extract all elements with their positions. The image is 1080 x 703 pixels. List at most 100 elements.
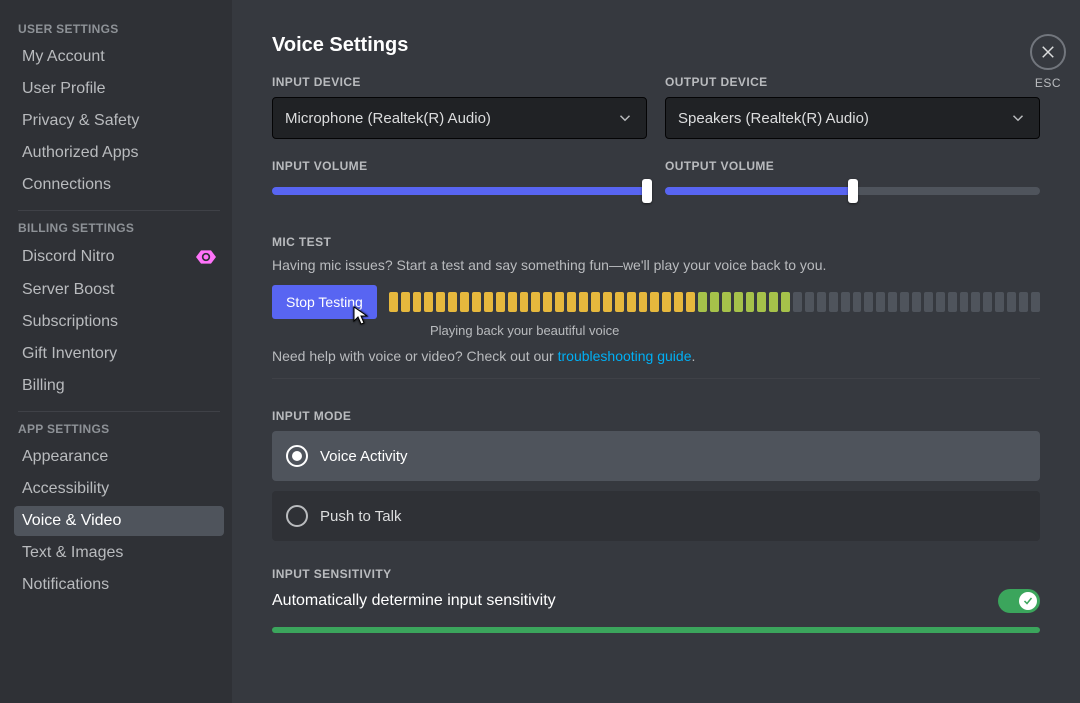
input-mode-voice-activity[interactable]: Voice Activity (272, 431, 1040, 481)
mic-test-button[interactable]: Stop Testing (272, 285, 377, 319)
mic-bar (639, 292, 648, 312)
toggle-knob (1019, 592, 1037, 610)
sidebar-header-app: APP SETTINGS (18, 422, 224, 436)
mic-bar (413, 292, 422, 312)
auto-sensitivity-label: Automatically determine input sensitivit… (272, 592, 556, 610)
sidebar-item-label: Discord Nitro (22, 248, 114, 266)
mic-bar (924, 292, 933, 312)
sidebar-item-label: Privacy & Safety (22, 112, 139, 130)
mic-bar (603, 292, 612, 312)
sidebar-divider (18, 210, 220, 211)
mic-test-header: MIC TEST (272, 235, 1040, 249)
mic-bar (460, 292, 469, 312)
mic-bar (674, 292, 683, 312)
sidebar-item-text-images[interactable]: Text & Images (14, 538, 224, 568)
mic-bar (710, 292, 719, 312)
mic-bar (472, 292, 481, 312)
mic-bar (841, 292, 850, 312)
mic-bar (508, 292, 517, 312)
sidebar-item-gift-inventory[interactable]: Gift Inventory (14, 339, 224, 369)
sidebar-item-server-boost[interactable]: Server Boost (14, 275, 224, 305)
mic-bar (650, 292, 659, 312)
mic-bar (686, 292, 695, 312)
sidebar-item-voice-video[interactable]: Voice & Video (14, 506, 224, 536)
sidebar-item-label: My Account (22, 48, 105, 66)
sidebar-item-privacy-safety[interactable]: Privacy & Safety (14, 106, 224, 136)
sidebar-item-discord-nitro[interactable]: Discord Nitro (14, 241, 224, 273)
mic-bar (484, 292, 493, 312)
radio-label: Push to Talk (320, 508, 401, 525)
mic-bar (496, 292, 505, 312)
radio-label: Voice Activity (320, 448, 408, 465)
input-volume-slider[interactable] (272, 181, 647, 201)
sidebar-divider (18, 411, 220, 412)
mic-bar (627, 292, 636, 312)
section-divider (272, 378, 1040, 379)
sidebar-item-notifications[interactable]: Notifications (14, 570, 224, 600)
mic-bar (698, 292, 707, 312)
mic-bar (520, 292, 529, 312)
close-button[interactable] (1030, 34, 1066, 70)
mic-bar (389, 292, 398, 312)
output-device-label: OUTPUT DEVICE (665, 75, 1040, 89)
sidebar-item-appearance[interactable]: Appearance (14, 442, 224, 472)
mic-test-button-label: Stop Testing (286, 294, 363, 310)
mic-bar (722, 292, 731, 312)
settings-sidebar: USER SETTINGS My Account User Profile Pr… (0, 0, 232, 703)
sidebar-item-label: Authorized Apps (22, 144, 139, 162)
sidebar-item-my-account[interactable]: My Account (14, 42, 224, 72)
mic-bar (781, 292, 790, 312)
slider-thumb[interactable] (848, 179, 858, 203)
mic-bar (805, 292, 814, 312)
input-device-label: INPUT DEVICE (272, 75, 647, 89)
mic-bar (864, 292, 873, 312)
mic-bar (401, 292, 410, 312)
sidebar-item-label: Text & Images (22, 544, 123, 562)
sidebar-header-billing: BILLING SETTINGS (18, 221, 224, 235)
slider-fill (272, 187, 647, 195)
mic-bar (579, 292, 588, 312)
mic-bar (734, 292, 743, 312)
output-device-value: Speakers (Realtek(R) Audio) (678, 110, 869, 127)
mic-bar (543, 292, 552, 312)
settings-content: ESC Voice Settings INPUT DEVICE Micropho… (232, 0, 1080, 703)
mic-bar (960, 292, 969, 312)
mic-bar (888, 292, 897, 312)
sidebar-item-user-profile[interactable]: User Profile (14, 74, 224, 104)
mic-bar (1019, 292, 1028, 312)
sidebar-header-user: USER SETTINGS (18, 22, 224, 36)
sidebar-item-label: Gift Inventory (22, 345, 117, 363)
mic-bar (1031, 292, 1040, 312)
sidebar-item-label: Billing (22, 377, 65, 395)
sidebar-item-subscriptions[interactable]: Subscriptions (14, 307, 224, 337)
mic-bar (746, 292, 755, 312)
mic-bar (662, 292, 671, 312)
chevron-down-icon (616, 109, 634, 127)
mic-bar (948, 292, 957, 312)
sensitivity-bar (272, 627, 1040, 633)
sidebar-item-connections[interactable]: Connections (14, 170, 224, 200)
troubleshooting-link[interactable]: troubleshooting guide (558, 348, 692, 364)
sidebar-item-label: Voice & Video (22, 512, 121, 530)
input-device-select[interactable]: Microphone (Realtek(R) Audio) (272, 97, 647, 139)
output-volume-label: OUTPUT VOLUME (665, 159, 1040, 173)
mic-bar (448, 292, 457, 312)
sidebar-item-accessibility[interactable]: Accessibility (14, 474, 224, 504)
output-volume-slider[interactable] (665, 181, 1040, 201)
mic-bar (555, 292, 564, 312)
auto-sensitivity-toggle[interactable] (998, 589, 1040, 613)
chevron-down-icon (1009, 109, 1027, 127)
close-area: ESC (1030, 34, 1066, 90)
output-device-select[interactable]: Speakers (Realtek(R) Audio) (665, 97, 1040, 139)
mic-bar (936, 292, 945, 312)
sidebar-item-label: User Profile (22, 80, 106, 98)
mic-bar (757, 292, 766, 312)
slider-thumb[interactable] (642, 179, 652, 203)
sidebar-item-billing[interactable]: Billing (14, 371, 224, 401)
nitro-badge-icon (196, 247, 216, 267)
close-icon (1039, 43, 1057, 61)
input-volume-label: INPUT VOLUME (272, 159, 647, 173)
input-mode-push-to-talk[interactable]: Push to Talk (272, 491, 1040, 541)
mic-bar (817, 292, 826, 312)
sidebar-item-authorized-apps[interactable]: Authorized Apps (14, 138, 224, 168)
